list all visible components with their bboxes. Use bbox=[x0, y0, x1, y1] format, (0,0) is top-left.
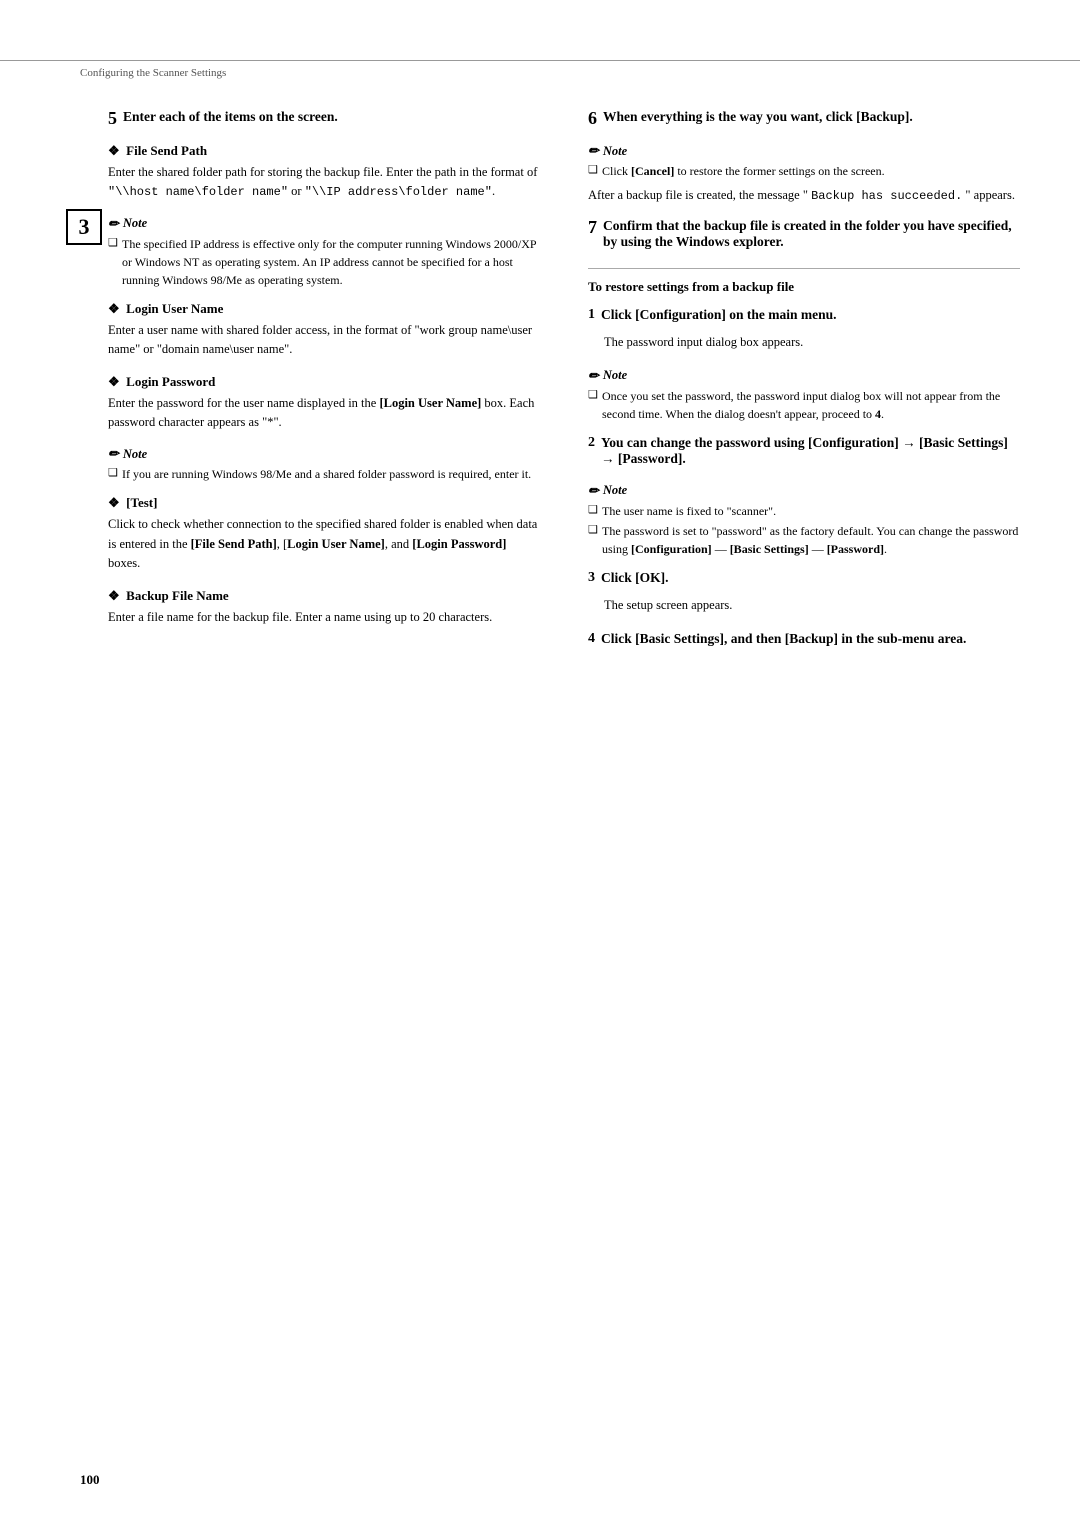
restore-step1-num: 1 bbox=[588, 307, 595, 323]
login-user-name-title: ❖ Login User Name bbox=[108, 301, 540, 317]
left-sidebar: 3 bbox=[60, 109, 108, 663]
note3-item1: Click [Cancel] to restore the former set… bbox=[588, 162, 1020, 180]
step5-text: Enter each of the items on the screen. bbox=[123, 109, 338, 125]
note5-item1: The user name is fixed to "scanner". bbox=[588, 502, 1020, 520]
note4-section: ✏ Note Once you set the password, the pa… bbox=[588, 368, 1020, 423]
restore-header: To restore settings from a backup file bbox=[588, 279, 1020, 295]
note1-title: ✏ Note bbox=[108, 216, 540, 232]
step6-num: 6 bbox=[588, 109, 597, 127]
note2-item1: If you are running Windows 98/Me and a s… bbox=[108, 465, 540, 483]
login-user-name-body: Enter a user name with shared folder acc… bbox=[108, 321, 540, 360]
login-password-title: ❖ Login Password bbox=[108, 374, 540, 390]
step5-block: 5 Enter each of the items on the screen. bbox=[108, 109, 540, 127]
note1-item1: The specified IP address is effective on… bbox=[108, 235, 540, 289]
backup-file-name-section: ❖ Backup File Name Enter a file name for… bbox=[108, 588, 540, 627]
restore-step3-num: 3 bbox=[588, 570, 595, 586]
note2-label: Note bbox=[123, 447, 147, 462]
restore-step3-body: The setup screen appears. bbox=[588, 596, 1020, 615]
note5-title: ✏ Note bbox=[588, 483, 1020, 499]
note2-pencil-icon: ✏ bbox=[108, 446, 119, 462]
step6-text: When everything is the way you want, cli… bbox=[603, 109, 913, 125]
page: Configuring the Scanner Settings 3 5 Ent… bbox=[0, 0, 1080, 1528]
page-footer: 100 bbox=[80, 1472, 100, 1488]
note2-title: ✏ Note bbox=[108, 446, 540, 462]
restore-step1-header: 1 Click [Configuration] on the main menu… bbox=[588, 307, 1020, 323]
step7-header: 7 Confirm that the backup file is create… bbox=[588, 218, 1020, 250]
restore-step4-block: 4 Click [Basic Settings], and then [Back… bbox=[588, 631, 1020, 647]
note5-section: ✏ Note The user name is fixed to "scanne… bbox=[588, 483, 1020, 558]
step5-num: 5 bbox=[108, 109, 117, 127]
restore-step2-block: 2 You can change the password using [Con… bbox=[588, 435, 1020, 467]
test-title: ❖ [Test] bbox=[108, 495, 540, 511]
note1-pencil-icon: ✏ bbox=[108, 216, 119, 232]
note4-pencil-icon: ✏ bbox=[588, 368, 599, 384]
step7-block: 7 Confirm that the backup file is create… bbox=[588, 218, 1020, 250]
note2-section: ✏ Note If you are running Windows 98/Me … bbox=[108, 446, 540, 483]
note3-after: After a backup file is created, the mess… bbox=[588, 186, 1020, 206]
file-send-path-title: ❖ File Send Path bbox=[108, 143, 540, 159]
restore-step3-text: Click [OK]. bbox=[601, 570, 669, 586]
restore-step1-text: Click [Configuration] on the main menu. bbox=[601, 307, 837, 323]
section-divider bbox=[588, 268, 1020, 269]
file-send-path-body: Enter the shared folder path for storing… bbox=[108, 163, 540, 202]
step7-num: 7 bbox=[588, 218, 597, 236]
step6-block: 6 When everything is the way you want, c… bbox=[588, 109, 1020, 127]
header-bar: Configuring the Scanner Settings bbox=[0, 60, 1080, 85]
note4-title: ✏ Note bbox=[588, 368, 1020, 384]
restore-step2-text: You can change the password using [Confi… bbox=[601, 435, 1020, 467]
note3-pencil-icon: ✏ bbox=[588, 143, 599, 159]
test-body: Click to check whether connection to the… bbox=[108, 515, 540, 573]
note1-section: ✏ Note The specified IP address is effec… bbox=[108, 216, 540, 289]
login-user-name-section: ❖ Login User Name Enter a user name with… bbox=[108, 301, 540, 360]
restore-step4-text: Click [Basic Settings], and then [Backup… bbox=[601, 631, 966, 647]
step6-header: 6 When everything is the way you want, c… bbox=[588, 109, 1020, 127]
note4-label: Note bbox=[603, 368, 627, 383]
restore-step2-header: 2 You can change the password using [Con… bbox=[588, 435, 1020, 467]
restore-step4-num: 4 bbox=[588, 631, 595, 647]
test-section: ❖ [Test] Click to check whether connecti… bbox=[108, 495, 540, 573]
restore-step2-num: 2 bbox=[588, 435, 595, 451]
restore-step4-header: 4 Click [Basic Settings], and then [Back… bbox=[588, 631, 1020, 647]
restore-step3-header: 3 Click [OK]. bbox=[588, 570, 1020, 586]
note5-label: Note bbox=[603, 483, 627, 498]
content-area: 3 5 Enter each of the items on the scree… bbox=[0, 109, 1080, 663]
note3-section: ✏ Note Click [Cancel] to restore the for… bbox=[588, 143, 1020, 206]
col-left: 5 Enter each of the items on the screen.… bbox=[108, 109, 550, 663]
note5-item2: The password is set to "password" as the… bbox=[588, 522, 1020, 558]
login-password-section: ❖ Login Password Enter the password for … bbox=[108, 374, 540, 433]
step7-text: Confirm that the backup file is created … bbox=[603, 218, 1020, 250]
two-col: 5 Enter each of the items on the screen.… bbox=[108, 109, 1020, 663]
restore-step1-block: 1 Click [Configuration] on the main menu… bbox=[588, 307, 1020, 352]
note1-label: Note bbox=[123, 216, 147, 231]
step5-header: 5 Enter each of the items on the screen. bbox=[108, 109, 540, 127]
page-number: 100 bbox=[80, 1472, 100, 1487]
file-send-path-section: ❖ File Send Path Enter the shared folder… bbox=[108, 143, 540, 202]
backup-file-name-body: Enter a file name for the backup file. E… bbox=[108, 608, 540, 627]
backup-file-name-title: ❖ Backup File Name bbox=[108, 588, 540, 604]
login-password-body: Enter the password for the user name dis… bbox=[108, 394, 540, 433]
restore-step1-body: The password input dialog box appears. bbox=[588, 333, 1020, 352]
note4-item1: Once you set the password, the password … bbox=[588, 387, 1020, 423]
chapter-number: 3 bbox=[66, 209, 102, 245]
note3-label: Note bbox=[603, 144, 627, 159]
restore-step3-block: 3 Click [OK]. The setup screen appears. bbox=[588, 570, 1020, 615]
col-right: 6 When everything is the way you want, c… bbox=[578, 109, 1020, 663]
header-text: Configuring the Scanner Settings bbox=[80, 67, 226, 79]
note3-title: ✏ Note bbox=[588, 143, 1020, 159]
note5-pencil-icon: ✏ bbox=[588, 483, 599, 499]
